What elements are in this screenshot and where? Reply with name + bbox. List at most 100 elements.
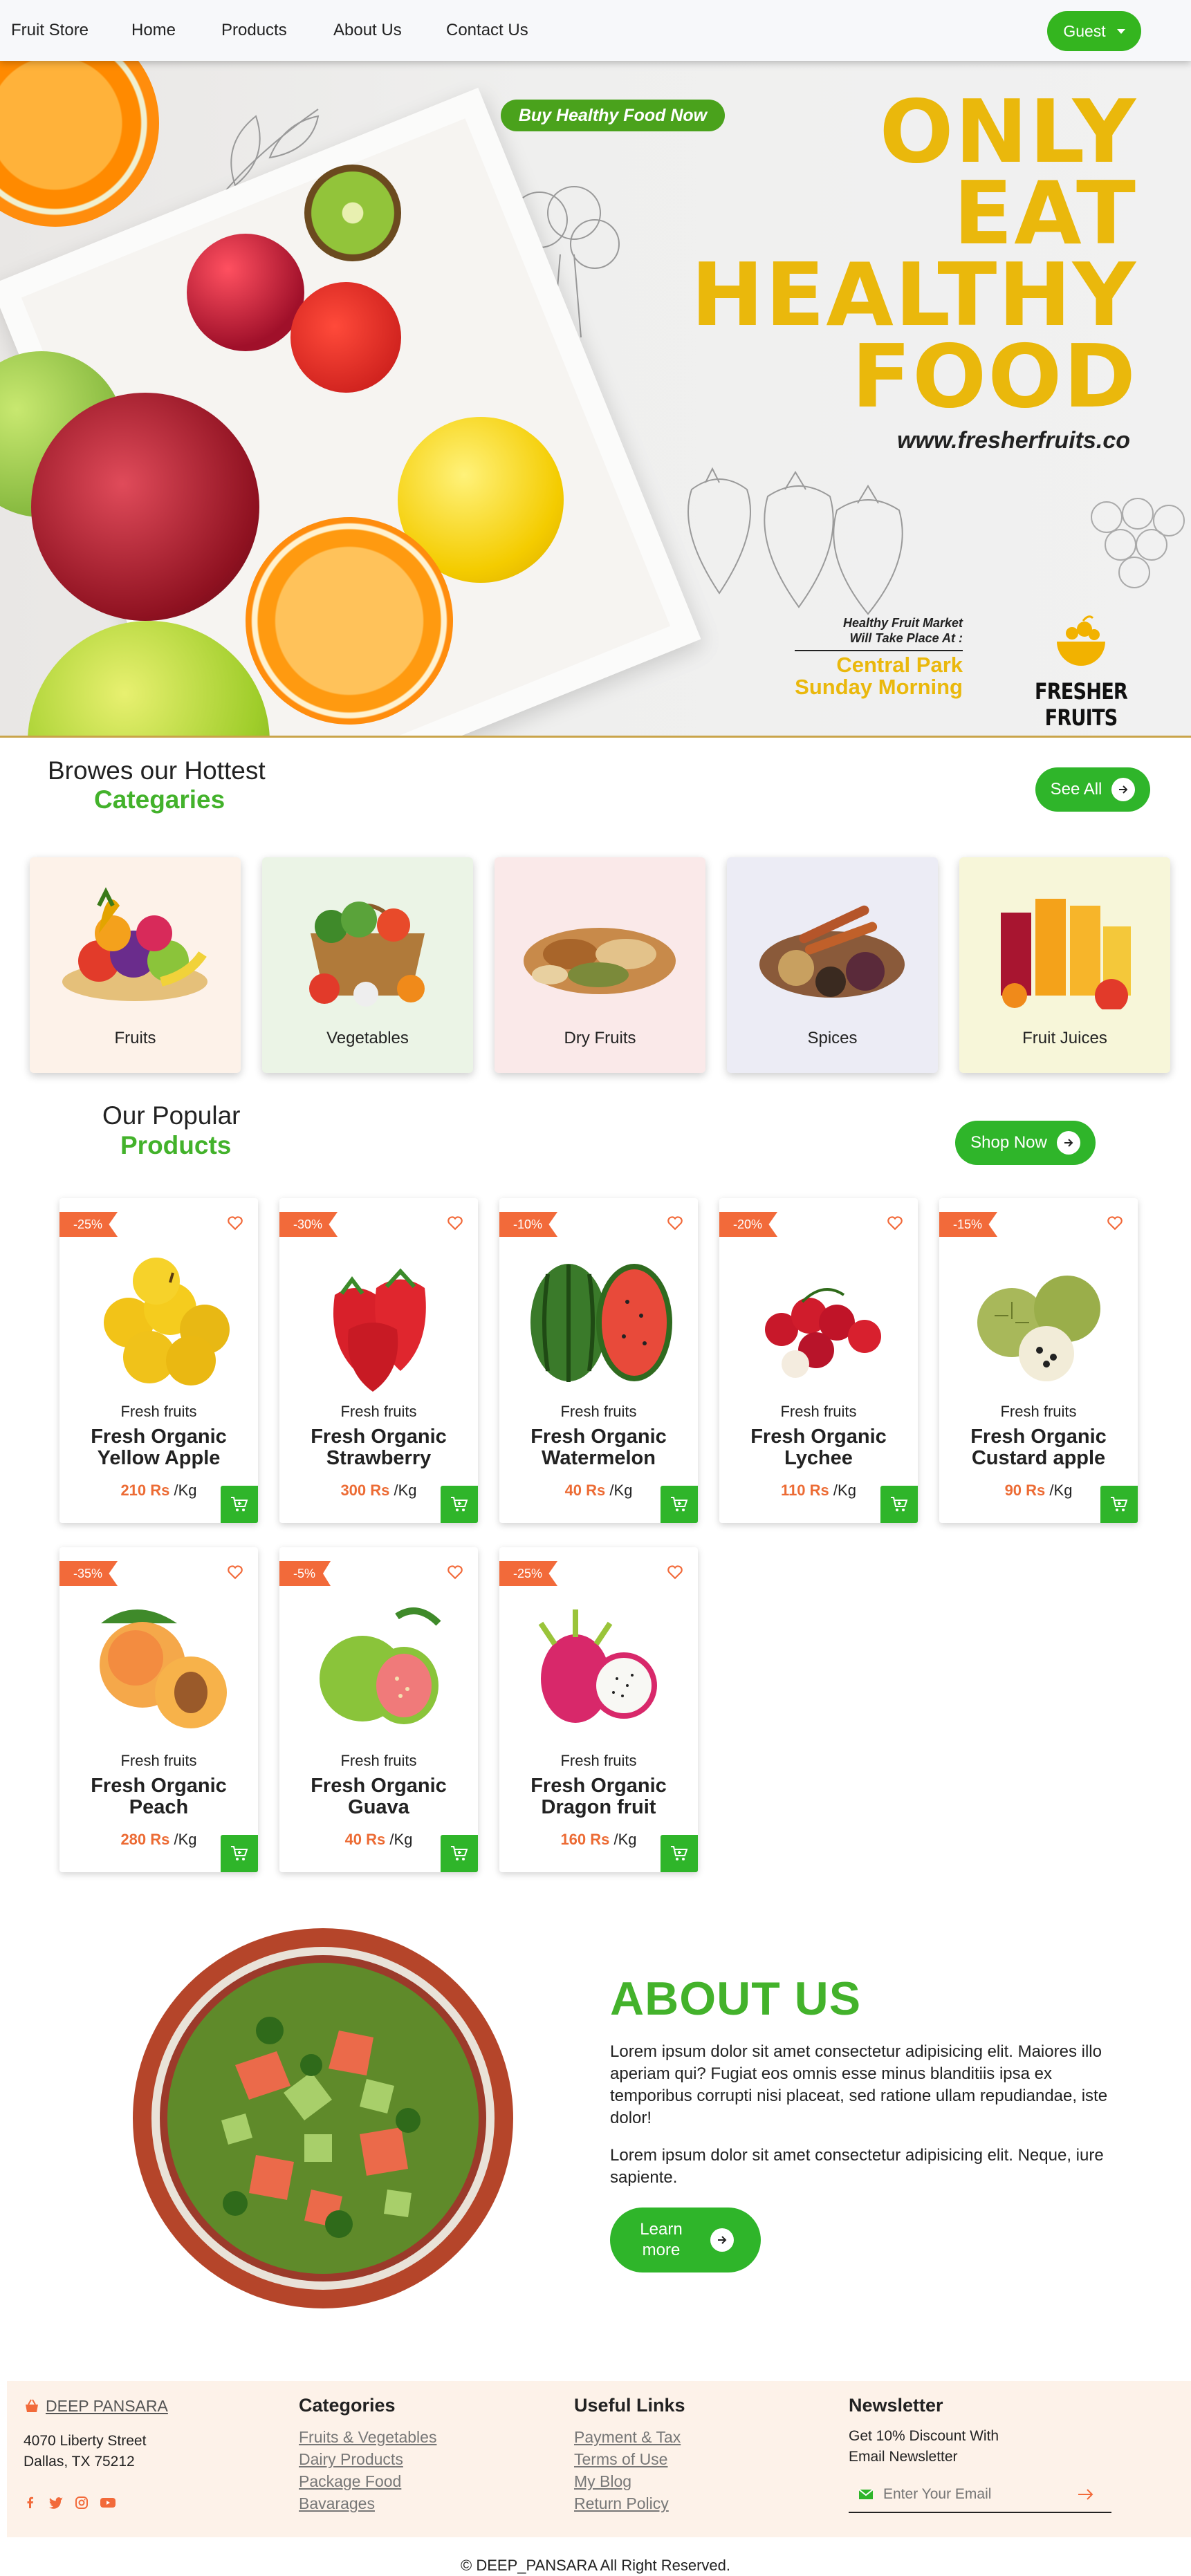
- heart-icon[interactable]: [666, 1562, 684, 1580]
- product-name: Fresh Organic Lychee: [726, 1426, 911, 1469]
- learn-more-button[interactable]: Learn more: [610, 2208, 761, 2272]
- category-card-vegetables[interactable]: Vegetables: [262, 857, 473, 1073]
- heart-icon[interactable]: [886, 1213, 904, 1231]
- heart-icon[interactable]: [446, 1562, 464, 1580]
- price-unit: /Kg: [389, 1831, 413, 1848]
- instagram-icon[interactable]: [75, 2496, 89, 2510]
- heart-icon[interactable]: [666, 1213, 684, 1231]
- add-to-cart-button[interactable]: [441, 1486, 478, 1523]
- product-name-line: Fresh Organic: [530, 1775, 667, 1797]
- product-card-yellow-apple[interactable]: -25% Fresh fruits Fresh Organic Yellow Appl…: [59, 1198, 258, 1523]
- product-card-peach[interactable]: -35% Fresh fruits Fresh Organic Peach 280 Rs…: [59, 1547, 258, 1872]
- price-value: 40 Rs: [564, 1482, 606, 1499]
- product-name-line: Fresh Organic: [91, 1775, 227, 1797]
- product-image: [530, 1264, 672, 1382]
- add-to-cart-button[interactable]: [880, 1486, 918, 1523]
- categories-subtitle: Categaries: [94, 785, 225, 814]
- price-unit: /Kg: [1049, 1482, 1073, 1499]
- youtube-icon[interactable]: [100, 2496, 116, 2510]
- discount-badge: -25%: [499, 1561, 558, 1586]
- footer-useful-link[interactable]: Payment & Tax: [574, 2426, 685, 2448]
- product-category: Fresh fruits: [120, 1752, 197, 1769]
- categories-title: Browes our Hottest: [48, 756, 266, 785]
- see-all-button[interactable]: See All: [1035, 767, 1150, 812]
- about-paragraph-1: Lorem ipsum dolor sit amet consectetur a…: [610, 2042, 1108, 2127]
- product-image: [320, 1607, 441, 1724]
- category-card-dry-fruits[interactable]: Dry Fruits: [495, 857, 705, 1073]
- footer-categories-col: Categories Fruits & Vegetables Dairy Pro…: [299, 2395, 436, 2514]
- add-to-cart-button[interactable]: [1100, 1486, 1138, 1523]
- add-to-cart-button[interactable]: [661, 1835, 698, 1872]
- arrow-right-icon[interactable]: [1077, 2488, 1095, 2501]
- product-name: Fresh Organic Peach: [66, 1775, 251, 1818]
- shop-now-button[interactable]: Shop Now: [955, 1121, 1096, 1165]
- brand-name[interactable]: Fruit Store: [11, 21, 89, 40]
- product-name-line: Dragon fruit: [541, 1796, 656, 1818]
- product-card-custard-apple[interactable]: -15% Fresh fruits Fresh Organic Custard app…: [939, 1198, 1138, 1523]
- nav-link-home[interactable]: Home: [131, 21, 176, 40]
- footer-useful-link[interactable]: Return Policy: [574, 2492, 685, 2514]
- product-name-line: Watermelon: [542, 1447, 656, 1469]
- product-card-watermelon[interactable]: -10% Fresh fruits Fresh Organic Watermelon 4…: [499, 1198, 698, 1523]
- nav-link-about[interactable]: About Us: [333, 21, 402, 40]
- add-to-cart-button[interactable]: [661, 1486, 698, 1523]
- footer: DEEP PANSARA 4070 Liberty Street Dallas,…: [7, 2381, 1191, 2537]
- category-label: Fruits: [114, 1029, 156, 1047]
- facebook-icon[interactable]: [24, 2496, 37, 2510]
- category-label: Fruit Juices: [1022, 1029, 1107, 1047]
- product-name-line: Fresh Organic: [91, 1426, 227, 1448]
- price-value: 110 Rs: [781, 1482, 829, 1499]
- cart-icon: [231, 1846, 248, 1860]
- dry-fruits-icon: [524, 928, 676, 994]
- product-image: [538, 1609, 657, 1723]
- footer-useful-link[interactable]: My Blog: [574, 2470, 685, 2492]
- fresher-fruits-logo: FRESHER FRUITS: [1015, 614, 1147, 731]
- footer-category-link[interactable]: Package Food: [299, 2470, 436, 2492]
- mail-icon: [858, 2489, 874, 2499]
- nav-link-products[interactable]: Products: [221, 21, 287, 40]
- product-image: [333, 1268, 426, 1392]
- footer-brand-link[interactable]: DEEP PANSARA: [46, 2395, 168, 2417]
- footer-category-link[interactable]: Bavarages: [299, 2492, 436, 2514]
- category-card-spices[interactable]: Spices: [727, 857, 938, 1073]
- cart-icon: [671, 1497, 688, 1511]
- footer-useful-link[interactable]: Terms of Use: [574, 2448, 685, 2470]
- price-unit: /Kg: [609, 1482, 633, 1499]
- heart-icon[interactable]: [226, 1213, 244, 1231]
- add-to-cart-button[interactable]: [441, 1835, 478, 1872]
- nav-link-contact[interactable]: Contact Us: [446, 21, 528, 40]
- product-card-strawberry[interactable]: -30% Fresh fruits Fresh Organic Strawberry 3…: [279, 1198, 478, 1523]
- product-name-line: Fresh Organic: [311, 1775, 447, 1797]
- price-value: 210 Rs: [120, 1482, 170, 1499]
- product-name: Fresh Organic Guava: [286, 1775, 471, 1818]
- footer-category-link[interactable]: Fruits & Vegetables: [299, 2426, 436, 2448]
- product-card-lychee[interactable]: -20% Fresh fruits Fresh Organic Lychee 110 R…: [719, 1198, 918, 1523]
- footer-links-title: Useful Links: [574, 2395, 685, 2416]
- product-name-line: Guava: [348, 1796, 409, 1818]
- add-to-cart-button[interactable]: [221, 1835, 258, 1872]
- product-card-dragon-fruit[interactable]: -25% Fresh fruits Fresh Organic Dragon frui…: [499, 1547, 698, 1872]
- newsletter-text: Get 10% Discount With Email Newsletter: [849, 2428, 999, 2465]
- add-to-cart-button[interactable]: [221, 1486, 258, 1523]
- product-category: Fresh fruits: [1000, 1403, 1077, 1420]
- product-card-guava[interactable]: -5% Fresh fruits Fresh Organic Guava 40 Rs /…: [279, 1547, 478, 1872]
- price-unit: /Kg: [833, 1482, 856, 1499]
- copyright: © DEEP_PANSARA All Right Reserved.: [461, 2557, 730, 2574]
- footer-category-link[interactable]: Dairy Products: [299, 2448, 436, 2470]
- heart-icon[interactable]: [446, 1213, 464, 1231]
- category-card-fruits[interactable]: Fruits: [30, 857, 241, 1073]
- heart-icon[interactable]: [226, 1562, 244, 1580]
- cart-icon: [451, 1497, 468, 1511]
- product-name: Fresh Organic Yellow Apple: [66, 1426, 251, 1469]
- twitter-icon[interactable]: [48, 2496, 64, 2510]
- category-card-fruit-juices[interactable]: Fruit Juices: [959, 857, 1170, 1073]
- address-line-1: 4070 Liberty Street: [24, 2433, 147, 2449]
- price-value: 300 Rs: [340, 1482, 390, 1499]
- cart-icon: [671, 1846, 688, 1860]
- user-menu-button[interactable]: Guest: [1047, 11, 1141, 51]
- discount-badge: -15%: [939, 1212, 998, 1237]
- heart-icon[interactable]: [1106, 1213, 1124, 1231]
- orange-slice-image: [0, 61, 159, 227]
- email-input[interactable]: [883, 2486, 1063, 2503]
- grape-sketch-icon: [1091, 498, 1185, 588]
